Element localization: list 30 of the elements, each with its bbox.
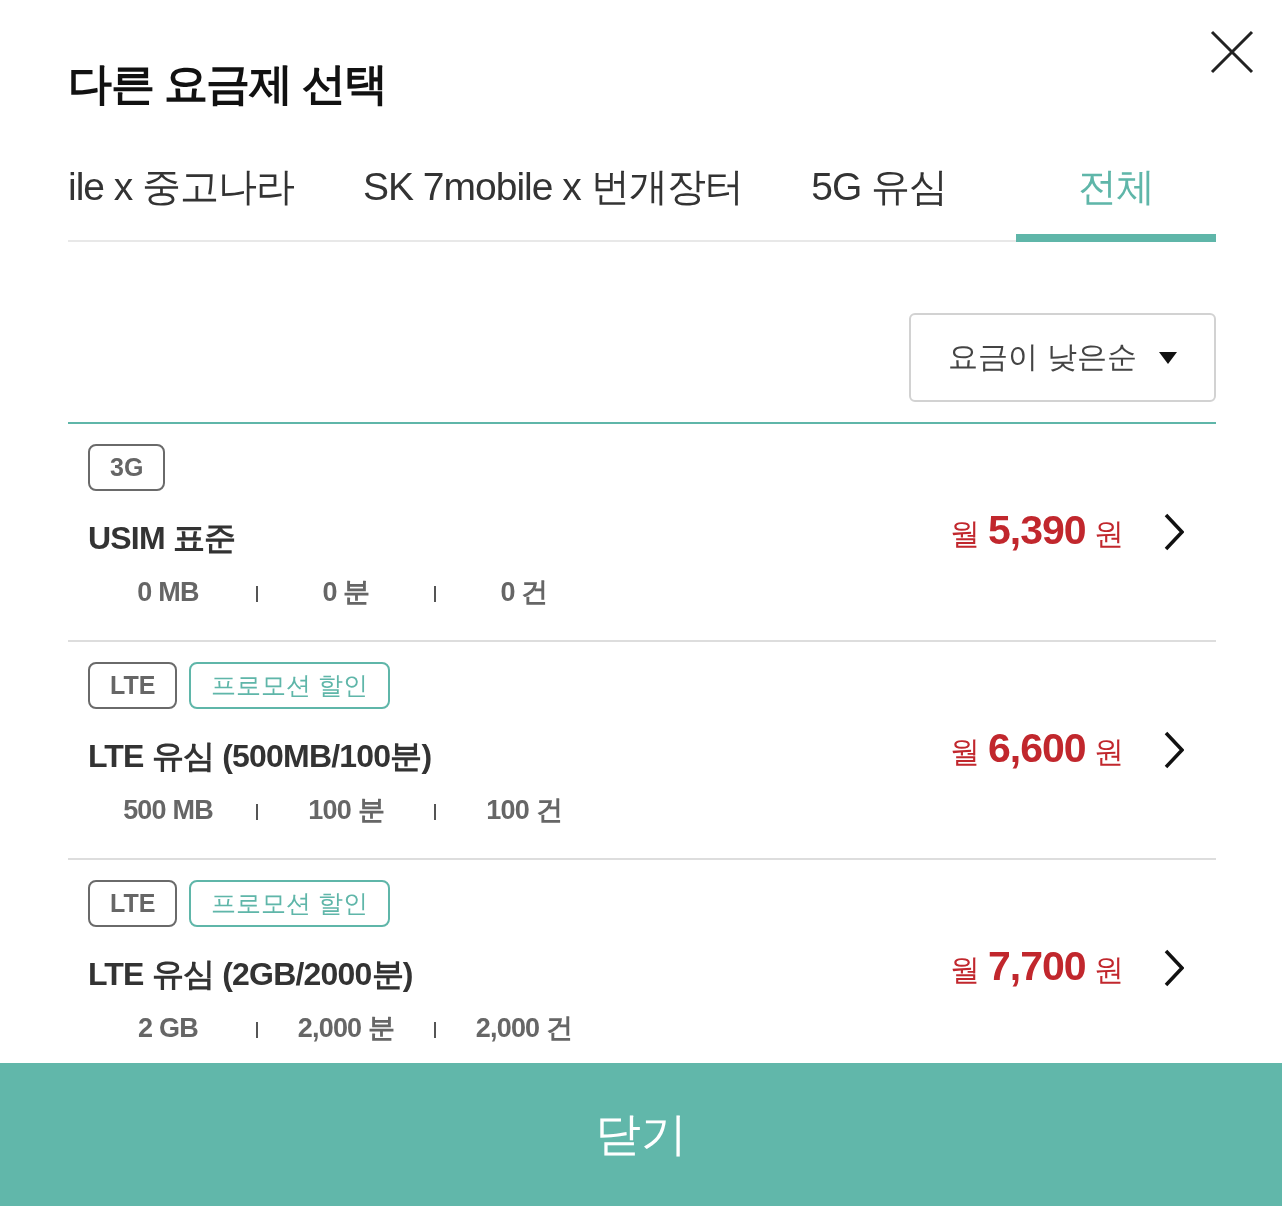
tab[interactable]: SK 7mobile x 번개장터 (362, 140, 743, 242)
promotion-tag: 프로모션 할인 (189, 880, 391, 927)
tab[interactable]: ile x 중고나라 (68, 140, 295, 242)
sort-dropdown[interactable]: 요금이 낮은순 (909, 313, 1216, 402)
promotion-tag: 프로모션 할인 (189, 662, 391, 709)
network-tag: LTE (88, 662, 178, 709)
allowance-text: 2,000 분 (296, 1012, 396, 1045)
allowance-text: 500 MB (122, 794, 214, 827)
tab[interactable]: 5G 유심 (811, 140, 948, 242)
plan-price: 월 5,390 원 (949, 508, 1124, 555)
plan-price: 월 6,600 원 (949, 726, 1124, 773)
plan-name: LTE 유심 (500MB/100분) (88, 737, 432, 776)
caret-icon (1158, 351, 1177, 364)
network-tag: LTE (88, 880, 178, 927)
chevron-right-icon[interactable] (1164, 949, 1184, 987)
plan-price: 월 7,700 원 (949, 944, 1124, 991)
allowance-text: 0 MB (136, 576, 200, 609)
plan-name: LTE 유심 (2GB/2000분) (88, 955, 413, 994)
close-icon[interactable] (1210, 30, 1254, 74)
plan-name: USIM 표준 (88, 519, 236, 558)
chevron-right-icon[interactable] (1164, 731, 1184, 769)
allowance-text: 0 건 (499, 576, 549, 609)
allowance-text: 0 분 (321, 576, 371, 609)
allowance-text: 100 건 (485, 794, 563, 827)
network-tag: 3G (88, 444, 166, 491)
allowance-text: 100 분 (307, 794, 385, 827)
dialog-title: 다른 요금제 선택 (68, 58, 387, 110)
allowance-text: 2,000 건 (474, 1012, 574, 1045)
chevron-right-icon[interactable] (1164, 513, 1184, 551)
allowance-text: 2 GB (137, 1012, 199, 1045)
